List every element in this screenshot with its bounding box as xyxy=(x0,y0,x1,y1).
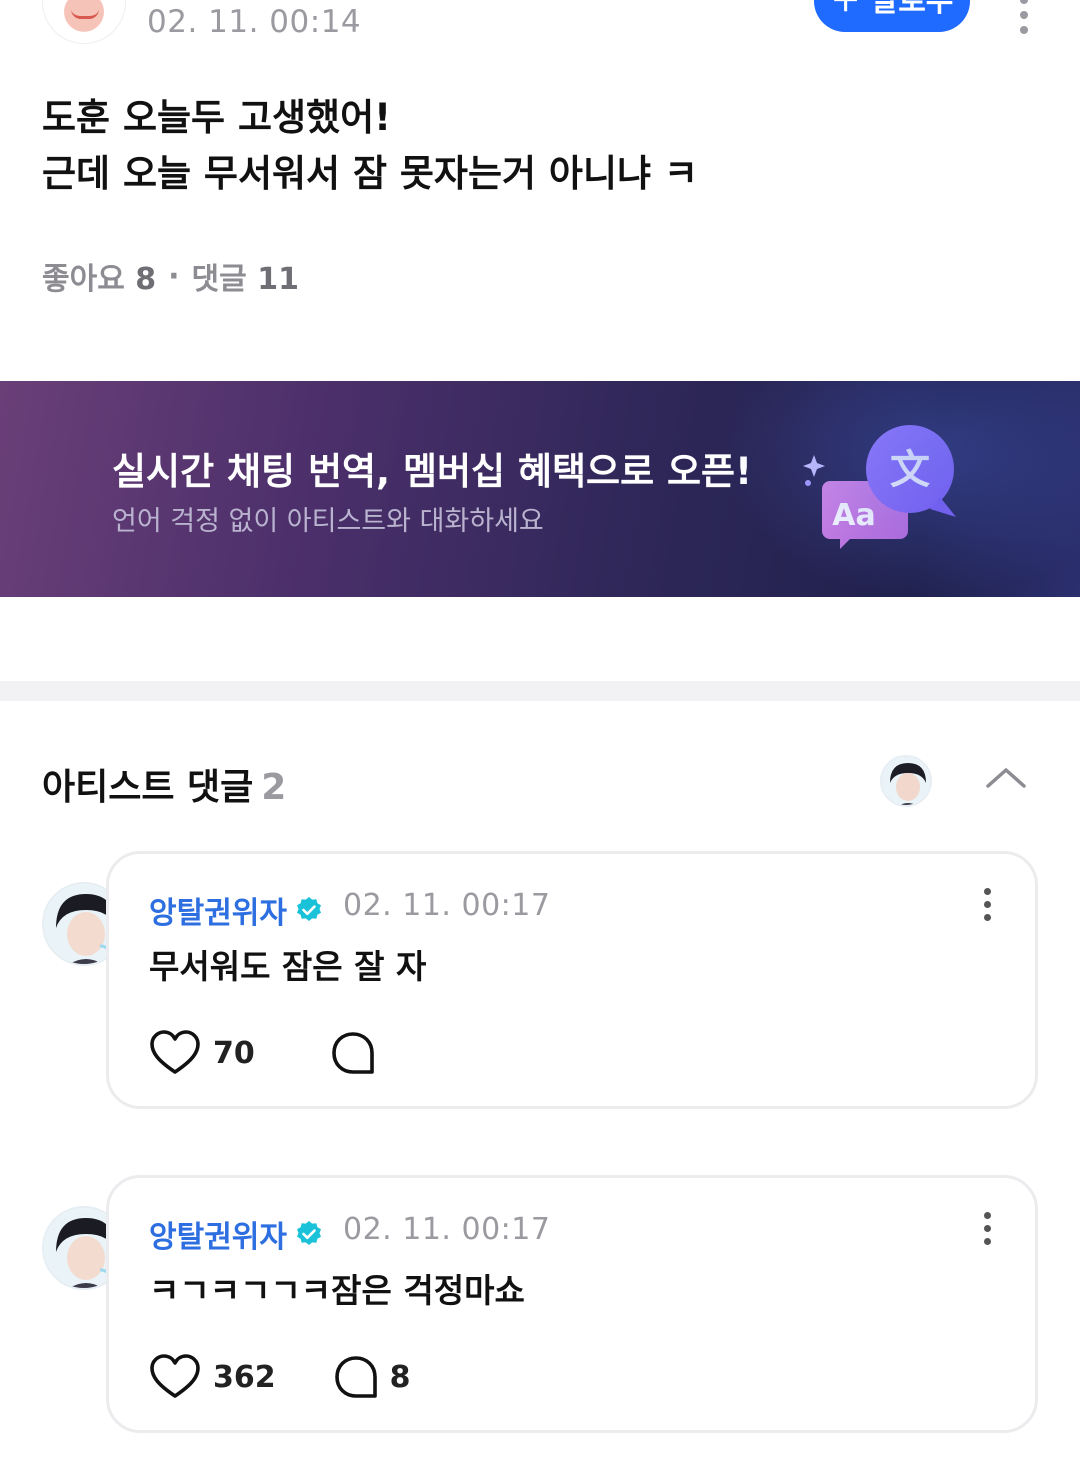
post-stats: 좋아요 8 · 댓글 11 xyxy=(42,254,299,298)
artist-photo xyxy=(882,757,930,805)
comment-timestamp: 02. 11. 00:17 xyxy=(343,888,551,923)
comment-more-icon[interactable] xyxy=(979,1212,995,1246)
artist-comments-title: 아티스트 댓글 2 xyxy=(42,758,286,810)
like-count: 362 xyxy=(213,1359,276,1395)
translation-icon: 文 Aa xyxy=(803,425,956,549)
post-author-avatar[interactable] xyxy=(42,0,126,44)
comments-label: 댓글 xyxy=(191,262,247,297)
post-body-line: 근데 오늘 무서워서 잠 못자는거 아니냐 ㅋ xyxy=(42,152,698,195)
comment-card[interactable]: 앙탈권위자 02. 11. 00:17 ㅋㄱㅋㄱㄱㅋ잠은 걱정마쇼 362 8 xyxy=(106,1175,1038,1433)
reply-count: 8 xyxy=(389,1359,411,1395)
post-timestamp: 02. 11. 00:14 xyxy=(147,4,362,40)
reply-button[interactable]: 8 xyxy=(334,1355,411,1399)
reply-bubble-icon xyxy=(334,1356,377,1398)
banner-title: 실시간 채팅 번역, 멤버십 혜택으로 오픈! xyxy=(112,450,752,493)
banner-subtitle: 언어 걱정 없이 아티스트와 대화하세요 xyxy=(112,506,544,537)
avatar-mouth xyxy=(71,9,99,19)
comment-author[interactable]: 앙탈권위자 xyxy=(149,1212,323,1256)
stats-separator: · xyxy=(168,258,180,294)
reply-button[interactable] xyxy=(331,1031,387,1075)
banner-icon-glyph-top: 文 xyxy=(890,447,930,493)
section-divider xyxy=(0,681,1080,701)
comments-stat[interactable]: 댓글 11 xyxy=(192,254,299,298)
like-count: 70 xyxy=(213,1035,255,1071)
post-body: 도훈 오늘두 고생했어! 근데 오늘 무서워서 잠 못자는거 아니냐 ㅋ xyxy=(42,90,698,202)
likes-stat[interactable]: 좋아요 8 xyxy=(42,254,156,298)
comment-more-icon[interactable] xyxy=(979,888,995,922)
comment-author[interactable]: 앙탈권위자 xyxy=(149,888,323,932)
verified-badge-icon xyxy=(297,1221,321,1245)
post-body-line: 도훈 오늘두 고생했어! xyxy=(42,96,391,139)
comment-text: 무서워도 잠은 잘 자 xyxy=(149,947,427,986)
likes-label: 좋아요 xyxy=(42,262,125,297)
membership-banner[interactable]: 실시간 채팅 번역, 멤버십 혜택으로 오픈! 언어 걱정 없이 아티스트와 대… xyxy=(0,381,1080,597)
heart-icon xyxy=(150,1354,200,1398)
heart-icon xyxy=(150,1030,200,1074)
artist-comments-count: 2 xyxy=(261,767,287,808)
comment-text: ㅋㄱㅋㄱㄱㅋ잠은 걱정마쇼 xyxy=(149,1271,525,1310)
comment-actions: 362 8 xyxy=(149,1354,411,1400)
artist-avatar[interactable] xyxy=(880,755,932,807)
like-button[interactable]: 362 xyxy=(149,1354,276,1400)
plus-icon: ＋ xyxy=(830,0,861,19)
likes-count: 8 xyxy=(135,262,157,297)
like-button[interactable]: 70 xyxy=(149,1030,255,1076)
chevron-up-icon[interactable] xyxy=(984,762,1028,792)
comment-actions: 70 xyxy=(149,1030,387,1076)
reply-bubble-icon xyxy=(331,1032,374,1074)
comment-author-name: 앙탈권위자 xyxy=(149,896,287,931)
post-more-icon[interactable] xyxy=(1014,0,1034,34)
comment-card[interactable]: 앙탈권위자 02. 11. 00:17 무서워도 잠은 잘 자 70 xyxy=(106,851,1038,1109)
banner-icon-glyph-bottom: Aa xyxy=(832,498,875,533)
follow-button[interactable]: ＋ 팔로우 xyxy=(814,0,970,32)
verified-badge-icon xyxy=(297,897,321,921)
comment-author-name: 앙탈권위자 xyxy=(149,1220,287,1255)
comment-timestamp: 02. 11. 00:17 xyxy=(343,1212,551,1247)
follow-button-label: 팔로우 xyxy=(870,0,954,19)
comments-count: 11 xyxy=(257,262,299,297)
artist-comments-label: 아티스트 댓글 xyxy=(42,767,254,808)
